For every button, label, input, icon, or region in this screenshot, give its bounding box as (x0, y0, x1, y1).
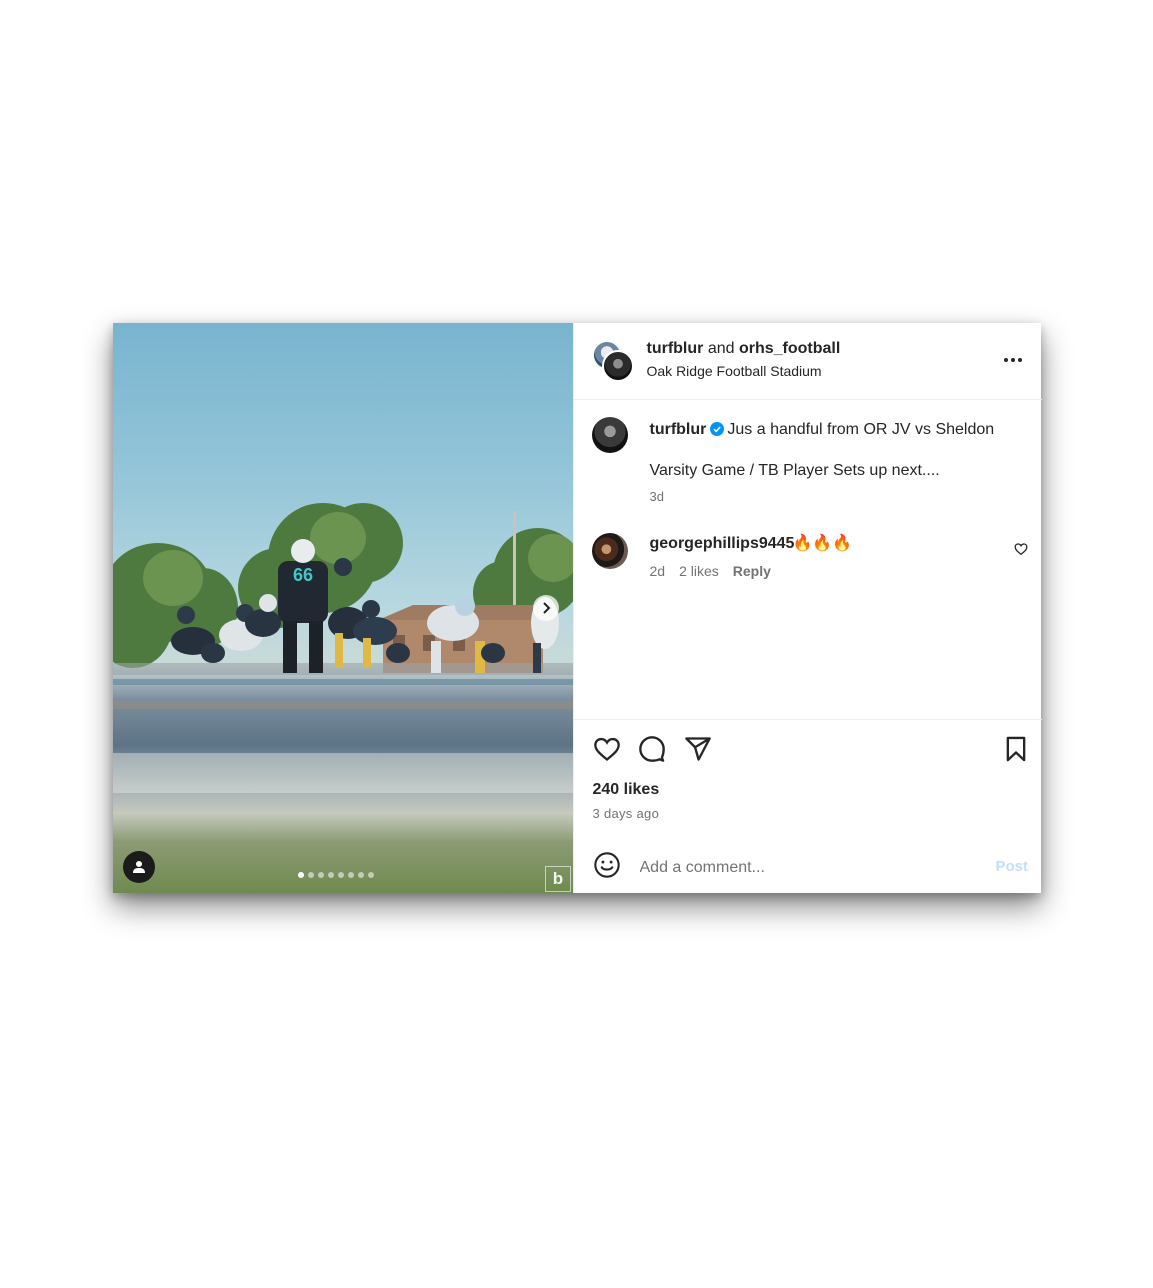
post-header: turfblur and orhs_football Oak Ridge Foo… (573, 323, 1042, 400)
reply-button[interactable]: Reply (733, 563, 771, 579)
carousel-dot (318, 872, 324, 878)
comment-text: 🔥🔥🔥 (792, 535, 853, 552)
comment-timestamp[interactable]: 2d (650, 563, 666, 579)
caption-avatar[interactable] (591, 417, 628, 453)
bookmark-icon (1006, 736, 1025, 762)
caption-text-line2: Varsity Game / TB Player Sets up next...… (649, 462, 940, 479)
collab-joiner: and (707, 340, 735, 357)
username-link-turfblur[interactable]: turfblur (647, 340, 704, 357)
carousel-dot (358, 872, 364, 878)
carousel-dot (368, 872, 374, 878)
action-bar (573, 719, 1042, 720)
smiley-icon (593, 852, 620, 878)
more-dots-icon (1003, 358, 1022, 362)
commenter-username[interactable]: georgephillips9445 (650, 535, 795, 553)
carousel-dot (308, 872, 314, 878)
comment-button[interactable] (638, 735, 666, 768)
carousel-next-button[interactable] (533, 595, 559, 621)
post-details-panel: turfblur and orhs_football Oak Ridge Foo… (572, 323, 1042, 893)
heart-icon (1014, 543, 1027, 556)
username-link-orhs-football[interactable]: orhs_football (739, 340, 840, 357)
comment-meta: 2d 2 likes Reply (650, 563, 771, 579)
emoji-picker-button[interactable] (593, 851, 621, 884)
caption-username[interactable]: turfblur (650, 421, 707, 438)
share-button[interactable] (684, 735, 712, 768)
turfblur-watermark-logo: b (545, 866, 571, 892)
tagged-users-button[interactable] (123, 851, 155, 883)
caption-text-line1: Jus a handful from OR JV vs Sheldon (727, 421, 995, 438)
instagram-post-dialog: 66 b turfblur and orhs_football Oak Ridg… (113, 323, 1042, 893)
caption-timestamp[interactable]: 3d (650, 489, 664, 504)
like-button[interactable] (593, 735, 621, 768)
more-options-button[interactable] (998, 351, 1028, 369)
carousel-dot (298, 872, 304, 878)
save-button[interactable] (1002, 735, 1030, 768)
collab-avatars[interactable] (591, 340, 634, 382)
carousel-dot (328, 872, 334, 878)
comment-item: georgephillips9445 🔥🔥🔥 2d 2 likes Reply (574, 529, 1042, 589)
add-comment-bar: Post (574, 845, 1042, 893)
person-icon (133, 861, 145, 873)
comment-input[interactable] (637, 855, 982, 881)
avatar-turfblur (601, 350, 634, 382)
post-comment-button[interactable]: Post (996, 858, 1029, 875)
likes-count[interactable]: 240 likes (593, 781, 660, 799)
carousel-indicator (298, 872, 374, 878)
comment-bubble-icon (638, 736, 665, 762)
collab-usernames: turfblur and orhs_football (647, 340, 841, 358)
football-photo: 66 (113, 503, 573, 793)
post-age: 3 days ago (592, 806, 660, 821)
carousel-dot (338, 872, 344, 878)
heart-icon (593, 737, 620, 761)
post-media[interactable]: 66 b (113, 323, 573, 893)
carousel-dot (348, 872, 354, 878)
chevron-right-icon (543, 602, 551, 614)
verified-badge-icon (710, 422, 725, 436)
comment-likes-count[interactable]: 2 likes (679, 563, 719, 579)
jersey-number: 66 (293, 565, 313, 585)
location-link[interactable]: Oak Ridge Football Stadium (647, 363, 822, 379)
paper-plane-icon (684, 737, 711, 761)
commenter-avatar[interactable] (591, 533, 628, 569)
comment-like-button[interactable] (1014, 542, 1028, 561)
